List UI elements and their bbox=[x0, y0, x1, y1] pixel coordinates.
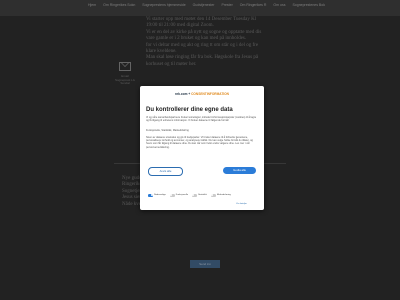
accept-all-button[interactable]: Godta alle bbox=[223, 167, 256, 174]
toggle-functional[interactable]: Funksjonelle bbox=[169, 194, 189, 197]
decline-all-button[interactable]: Avvis alle bbox=[148, 167, 183, 176]
consent-dialog: nrk.com + CONSENTINFORMATION Du kontroll… bbox=[140, 86, 264, 210]
toggle-label: Nødvendige bbox=[154, 194, 166, 197]
logo-right: CONSENTINFORMATION bbox=[191, 92, 229, 96]
toggle-switch[interactable] bbox=[192, 194, 198, 197]
toggle-statistics[interactable]: Statistikk bbox=[192, 194, 207, 197]
show-details-link[interactable]: Vis detaljer bbox=[236, 203, 247, 205]
consent-intro: Vi og våre samarbeidspartnere bruker tek… bbox=[146, 116, 257, 123]
toggle-label: Statistikk bbox=[198, 194, 207, 197]
logo-left: nrk.com bbox=[175, 92, 188, 96]
consent-purposes: Funksjonelle, Statistikk, Markedsføring bbox=[146, 129, 189, 132]
toggle-switch[interactable] bbox=[210, 194, 216, 197]
logo-sep: + bbox=[188, 92, 191, 96]
toggle-marketing[interactable]: Markedsføring bbox=[210, 194, 231, 197]
toggle-switch[interactable] bbox=[169, 194, 175, 197]
toggle-switch[interactable] bbox=[148, 194, 153, 197]
consent-detail: Noen av dataene utveksles og gis til tre… bbox=[146, 136, 253, 149]
toggle-necessary[interactable]: Nødvendige bbox=[148, 194, 166, 197]
consent-title: Du kontrollerer dine egne data bbox=[146, 107, 233, 113]
toggle-label: Markedsføring bbox=[216, 194, 231, 197]
consent-toggles: Nødvendige Funksjonelle Statistikk Marke… bbox=[148, 194, 231, 197]
toggle-label: Funksjonelle bbox=[175, 194, 189, 197]
consent-logo: nrk.com + CONSENTINFORMATION bbox=[140, 92, 264, 96]
